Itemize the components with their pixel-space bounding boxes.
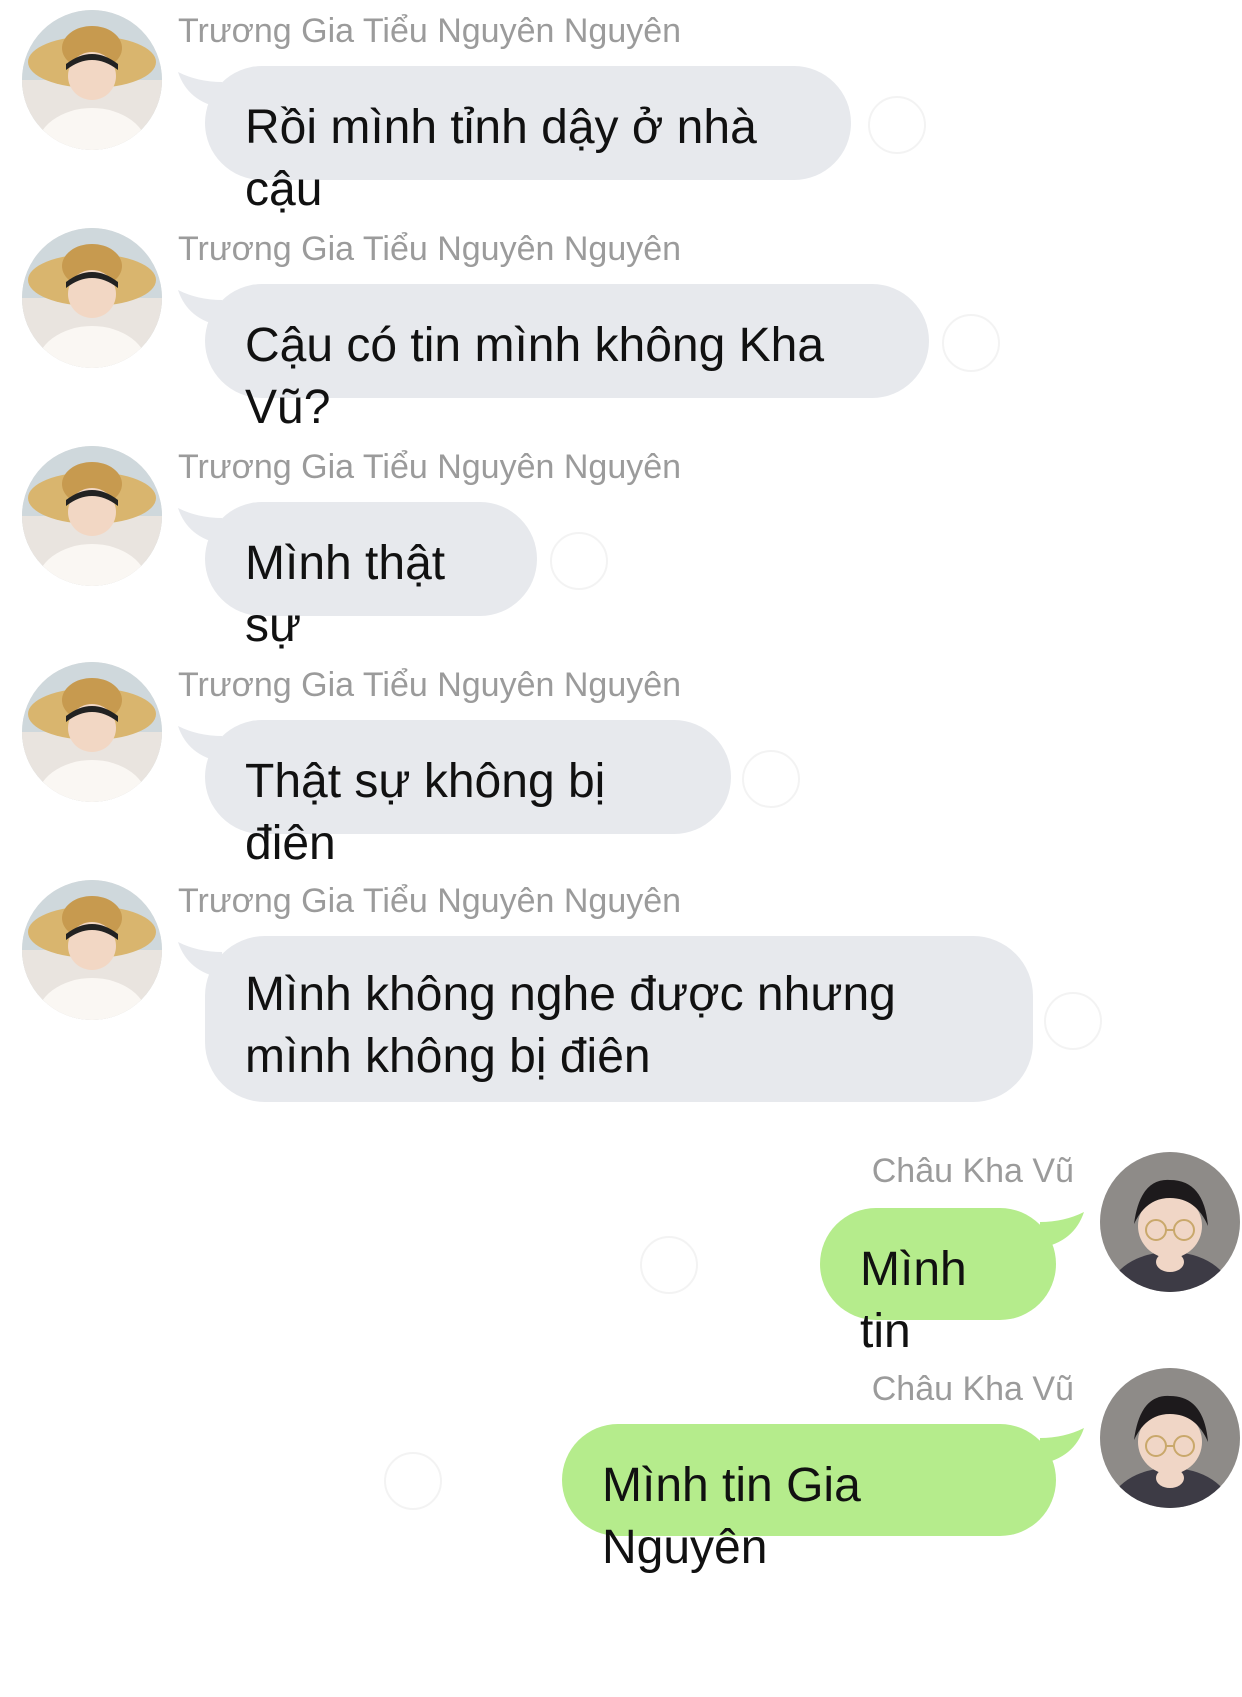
message-bubble[interactable]: Rồi mình tỉnh dậy ở nhà cậu [205,66,851,216]
avatar-glasses-icon[interactable] [1100,1152,1240,1292]
avatar-straw-hat-icon[interactable] [22,662,162,802]
sender-name: Châu Kha Vũ [871,1152,1074,1190]
message-bubble[interactable]: Thật sự không bị điên [205,720,731,870]
read-status-icon [942,314,1000,372]
message-bubble[interactable]: Mình tin [820,1208,1056,1358]
read-status-icon [384,1452,442,1510]
avatar-straw-hat-icon[interactable] [22,10,162,150]
sender-name: Trương Gia Tiểu Nguyên Nguyên [178,666,682,704]
sender-name: Trương Gia Tiểu Nguyên Nguyên [178,12,682,50]
avatar-straw-hat-icon[interactable] [22,446,162,586]
read-status-icon [868,96,926,154]
message-bubble[interactable]: Mình không nghe được nhưng mình không bị… [205,936,1033,1102]
avatar-glasses-icon[interactable] [1100,1368,1240,1508]
message-bubble[interactable]: Mình thật sự [205,502,537,652]
message-bubble[interactable]: Cậu có tin mình không Kha Vũ? [205,284,929,434]
read-status-icon [640,1236,698,1294]
sender-name: Châu Kha Vũ [871,1370,1074,1408]
read-status-icon [550,532,608,590]
message-bubble[interactable]: Mình tin Gia Nguyên [562,1424,1056,1574]
sender-name: Trương Gia Tiểu Nguyên Nguyên [178,230,682,268]
read-status-icon [1044,992,1102,1050]
avatar-straw-hat-icon[interactable] [22,228,162,368]
bubble-tail-icon [1040,1428,1084,1464]
sender-name: Trương Gia Tiểu Nguyên Nguyên [178,448,682,486]
bubble-tail-icon [1040,1212,1084,1248]
avatar-straw-hat-icon[interactable] [22,880,162,1020]
sender-name: Trương Gia Tiểu Nguyên Nguyên [178,882,682,920]
read-status-icon [742,750,800,808]
